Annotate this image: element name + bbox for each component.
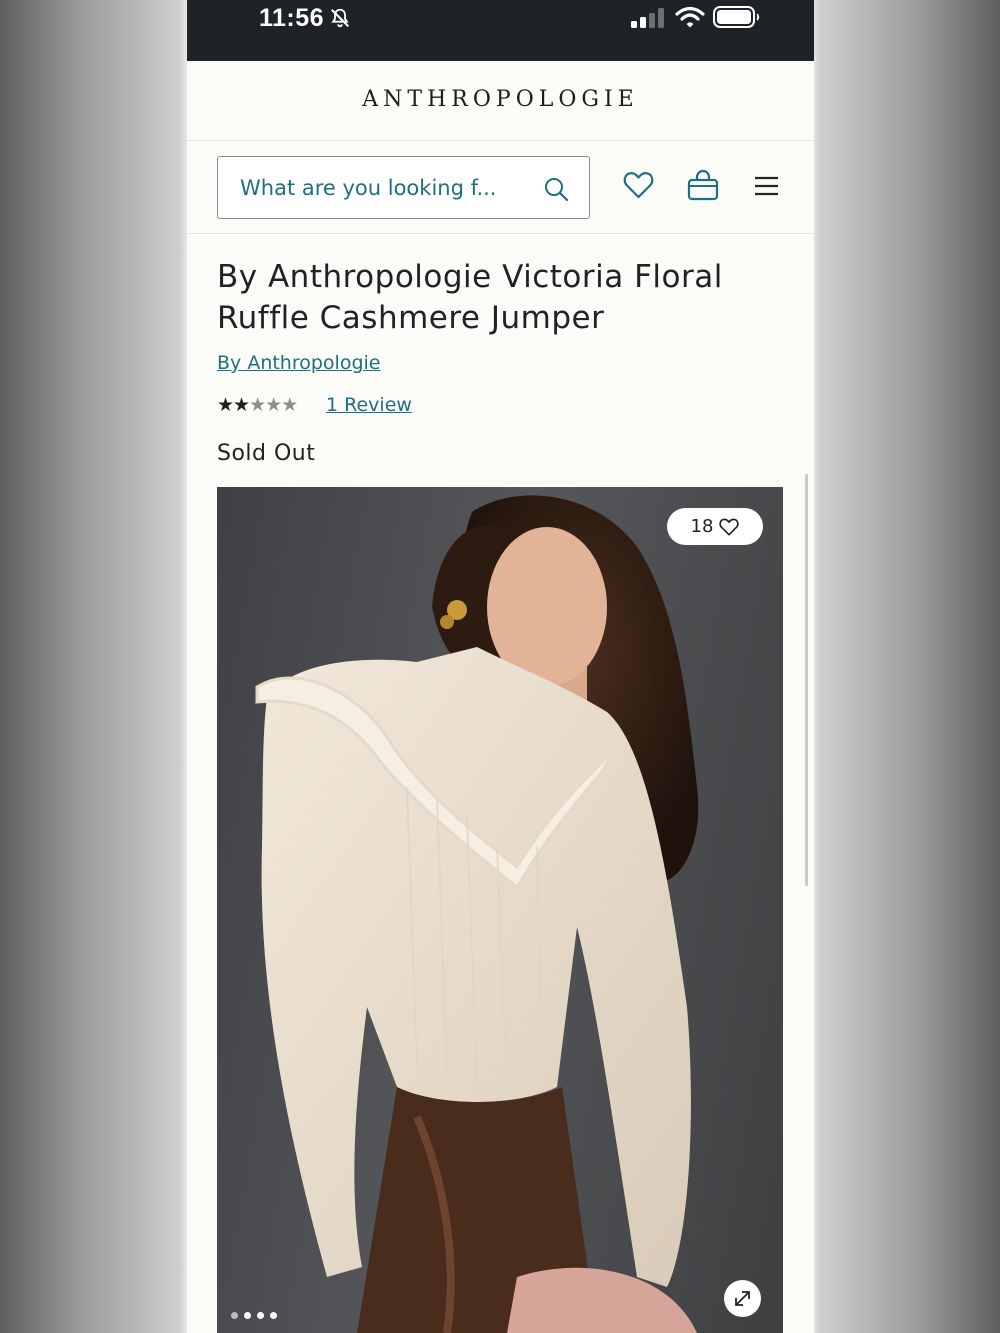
star-filled-icon: ★ [233, 394, 250, 416]
status-time: 11:56 [259, 4, 325, 32]
site-logo[interactable]: ANTHROPOLOGIE [362, 87, 638, 112]
signal-icon [631, 8, 664, 28]
favorite-heart-icon [719, 518, 740, 536]
model-photo-illustration [255, 495, 699, 1333]
phone-screen: 11:56 ANTHROPOLOGIE What are you looking… [187, 0, 814, 1333]
carousel-dot[interactable] [257, 1312, 264, 1319]
brand-header: ANTHROPOLOGIE [187, 61, 814, 141]
star-empty-icon: ★ [265, 394, 282, 416]
carousel-dot[interactable] [270, 1312, 277, 1319]
carousel-dot[interactable] [231, 1312, 238, 1319]
wifi-icon [675, 6, 705, 28]
search-box[interactable] [217, 156, 590, 219]
search-input[interactable] [238, 172, 532, 204]
carousel-dot[interactable] [244, 1312, 251, 1319]
star-filled-icon: ★ [217, 394, 234, 416]
availability-status: Sold Out [217, 441, 316, 466]
brand-link[interactable]: By Anthropologie [217, 352, 381, 374]
battery-icon [713, 6, 760, 28]
favorites-count: 18 [690, 516, 714, 537]
scrollbar[interactable] [805, 474, 808, 886]
star-empty-icon: ★ [249, 394, 266, 416]
menu-icon[interactable] [754, 175, 779, 197]
star-empty-icon: ★ [281, 394, 298, 416]
search-icon[interactable] [544, 177, 569, 202]
search-toolbar [187, 141, 814, 234]
expand-image-button[interactable] [724, 1280, 761, 1317]
heart-icon[interactable] [623, 171, 654, 199]
bell-muted-icon [331, 8, 349, 28]
review-link[interactable]: 1 Review [326, 394, 412, 416]
status-bar: 11:56 [187, 0, 814, 61]
rating-stars: ★★★★★ [217, 394, 298, 416]
product-title: By Anthropologie Victoria Floral Ruffle … [217, 259, 723, 336]
product-image[interactable]: 18 [217, 487, 783, 1333]
favorites-count-badge[interactable]: 18 [667, 508, 763, 545]
expand-icon [735, 1291, 750, 1306]
bag-icon[interactable] [687, 169, 719, 201]
carousel-dots [231, 1312, 277, 1319]
